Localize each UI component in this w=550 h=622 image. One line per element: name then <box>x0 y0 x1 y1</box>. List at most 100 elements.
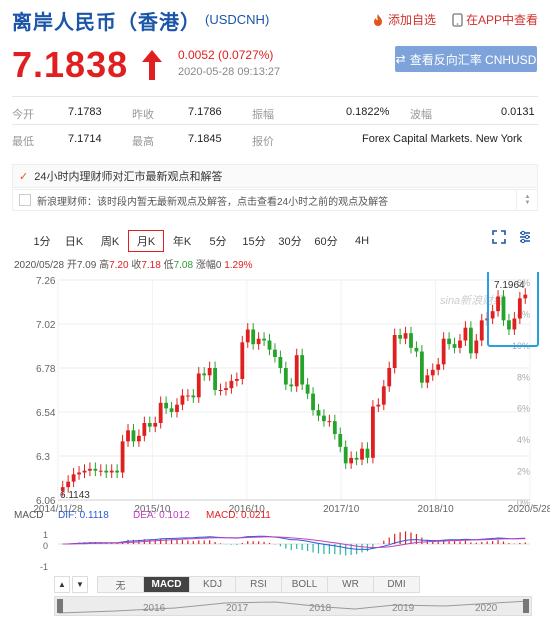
year-label: 2018 <box>309 603 332 614</box>
page-title: 离岸人民币（香港） <box>12 12 201 34</box>
candle-body <box>77 472 81 475</box>
y-tick-label: 7.02 <box>36 320 56 331</box>
macd-tick-label: 1 <box>43 530 48 540</box>
candle-body <box>104 470 109 473</box>
add-watch-button[interactable]: 添加自选 <box>371 11 436 28</box>
divider <box>12 96 538 97</box>
candle-body <box>234 379 239 381</box>
macd-title: MACD <box>14 510 43 521</box>
navigator-left-handle[interactable] <box>57 599 63 613</box>
candle-body <box>180 395 185 405</box>
tab-9[interactable]: 4H <box>344 230 380 252</box>
indicator-wr[interactable]: WR <box>328 576 374 593</box>
check-icon: ✓ <box>19 170 29 183</box>
navigator-right-handle[interactable] <box>523 599 529 613</box>
candle-body <box>447 338 451 345</box>
ohlc-low-label: 低 <box>163 260 174 271</box>
pct-tick-label: 8% <box>517 372 530 382</box>
candle-body <box>322 415 326 422</box>
kline-chart[interactable]: 7.267.026.786.546.36.066%4%10%8%6%4%2%0%… <box>0 272 550 572</box>
phone-icon <box>452 12 463 27</box>
candle-body <box>414 347 419 352</box>
min-label: 6.1143 <box>60 490 90 501</box>
candle-body <box>251 329 256 345</box>
advisor-banner[interactable]: ✓ 24小时内理财师对汇市最新观点和解答 <box>12 164 538 188</box>
pct-tick-label: 2% <box>517 467 530 477</box>
candle-body <box>354 457 359 460</box>
candle-body <box>338 434 343 447</box>
candle-body <box>425 375 430 383</box>
dea-line <box>62 536 526 548</box>
year-label: 2020 <box>475 603 498 614</box>
candle-body <box>479 320 484 341</box>
tab-4[interactable]: 年K <box>164 230 200 252</box>
tab-5[interactable]: 5分 <box>200 230 236 252</box>
reverse-rate-button[interactable]: ⇄ 查看反向汇率 CNHUSD <box>395 46 537 72</box>
advisor-avatar <box>19 194 31 206</box>
candle-body <box>409 333 413 348</box>
fullscreen-icon[interactable] <box>492 230 506 244</box>
tab-6[interactable]: 15分 <box>236 230 272 252</box>
nav-up-button[interactable]: ▲ <box>54 576 70 593</box>
candle-body <box>218 390 223 391</box>
note-scroll[interactable]: ▲ ▼ <box>516 189 538 211</box>
candle-body <box>376 404 381 407</box>
ohlc-high: 7.20 <box>109 260 129 271</box>
candle-body <box>202 373 207 376</box>
advisor-banner-text: 24小时内理财师对汇市最新观点和解答 <box>34 171 223 183</box>
candle-body <box>311 393 315 411</box>
amplitude-label: 振幅 <box>252 109 274 121</box>
indicator-无[interactable]: 无 <box>98 576 144 593</box>
candle-body <box>349 457 354 464</box>
candle-body <box>224 388 228 390</box>
indicator-dmi[interactable]: DMI <box>374 576 420 593</box>
y-tick-label: 6.3 <box>36 452 50 463</box>
candle-body <box>419 351 424 383</box>
candle-body <box>523 294 528 299</box>
scroll-down-icon[interactable]: ▼ <box>525 200 531 206</box>
high-label: 最高 <box>132 136 154 148</box>
indicator-boll[interactable]: BOLL <box>282 576 328 593</box>
tab-7[interactable]: 30分 <box>272 230 308 252</box>
candle-body <box>436 364 441 370</box>
tab-3[interactable]: 月K <box>128 230 164 252</box>
candle-body <box>126 430 130 442</box>
macd-dif: DIF: 0.1118 <box>58 510 109 521</box>
tab-1[interactable]: 日K <box>56 230 92 252</box>
candle-body <box>153 423 158 427</box>
ohlc-close: 7.18 <box>141 260 161 271</box>
open-label: 今开 <box>12 109 34 121</box>
ohlc-open-label: 开 <box>66 260 77 271</box>
candle-body <box>98 470 103 472</box>
candle-body <box>512 318 517 330</box>
indicator-macd[interactable]: MACD <box>144 576 190 593</box>
ohlc-info: 2020/05/28 开7.09 高7.20 收7.18 低7.08 涨幅0 1… <box>14 256 253 271</box>
indicator-rsi[interactable]: RSI <box>236 576 282 593</box>
watermark: sina新浪财经 <box>440 294 505 307</box>
y-tick-label: 6.78 <box>36 364 56 375</box>
time-navigator[interactable]: 2016 2017 2018 2019 2020 <box>54 596 532 616</box>
period-tabs: 1分 日K 周K 月K 年K 5分 15分 30分 60分 4H <box>28 230 380 252</box>
candle-body <box>147 423 152 427</box>
low-value: 7.1714 <box>68 133 102 145</box>
max-label: 7.1964 <box>494 280 525 291</box>
candle-body <box>82 470 87 473</box>
candle-body <box>452 344 457 348</box>
nav-down-button[interactable]: ▼ <box>72 576 88 593</box>
candle-body <box>229 380 234 389</box>
candle-body <box>191 395 196 398</box>
tab-2[interactable]: 周K <box>92 230 128 252</box>
candle-body <box>278 357 283 368</box>
advisor-note[interactable]: 新浪理财师：该时段内暂无最新观点及解答，点击查看24小时之前的观点及解答 <box>12 189 538 211</box>
pct-tick-label: 6% <box>517 404 530 414</box>
app-view-button[interactable]: 在APP中查看 <box>452 11 538 28</box>
candle-body <box>213 368 217 390</box>
tab-0[interactable]: 1分 <box>28 230 56 252</box>
settings-icon[interactable] <box>518 230 532 244</box>
candle-body <box>360 448 364 460</box>
indicator-kdj[interactable]: KDJ <box>190 576 236 593</box>
tab-8[interactable]: 60分 <box>308 230 344 252</box>
candle-body <box>158 402 163 423</box>
candle-body <box>185 395 190 397</box>
app-view-label: 在APP中查看 <box>466 13 539 27</box>
